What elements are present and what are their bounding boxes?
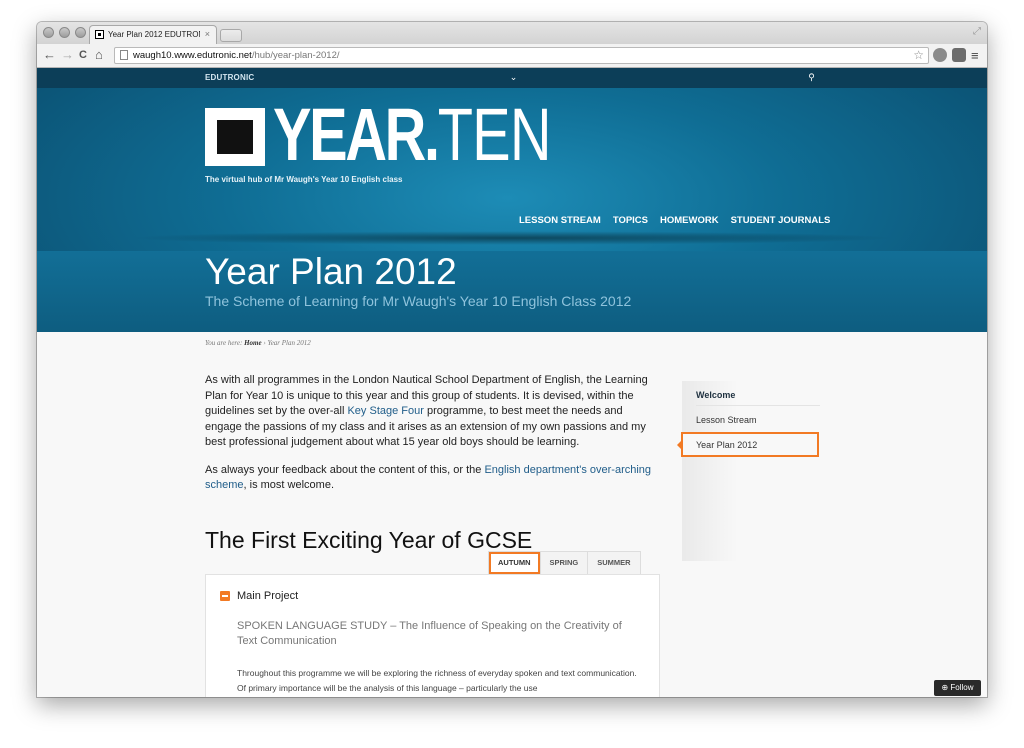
url-text: waugh10.www.edutronic.net/hub/year-plan-…: [133, 50, 340, 61]
tab-spring[interactable]: SPRING: [539, 551, 589, 574]
intro-paragraph: As with all programmes in the London Nau…: [205, 374, 648, 448]
breadcrumb-current: Year Plan 2012: [267, 339, 311, 347]
nav-homework[interactable]: HOMEWORK: [660, 215, 719, 226]
back-button[interactable]: ←: [43, 47, 56, 63]
page-icon: [120, 50, 128, 60]
intro-content: As with all programmes in the London Nau…: [205, 373, 653, 506]
tab-strip: Year Plan 2012 EDUTRONIC × ⤢: [37, 22, 987, 44]
season-tabs: AUTUMN SPRING SUMMER: [488, 551, 641, 578]
nav-topics[interactable]: TOPICS: [613, 215, 648, 226]
edutronic-link[interactable]: EDUTRONIC: [205, 73, 254, 82]
browser-tab[interactable]: Year Plan 2012 EDUTRONIC ×: [89, 25, 217, 44]
tab-title: Year Plan 2012 EDUTRONIC: [108, 30, 200, 39]
project-description: Throughout this programme we will be exp…: [237, 668, 637, 693]
nav-student-journals[interactable]: STUDENT JOURNALS: [731, 215, 831, 226]
plus-icon: ⊕: [941, 683, 949, 692]
window-controls: [43, 27, 86, 38]
menu-icon[interactable]: ≡: [971, 48, 979, 63]
nav-lesson-stream[interactable]: LESSON STREAM: [519, 215, 601, 226]
close-window-button[interactable]: [43, 27, 54, 38]
fullscreen-icon[interactable]: ⤢: [973, 26, 981, 37]
breadcrumb-home-link[interactable]: Home: [244, 339, 262, 347]
pocket-extension-icon[interactable]: [952, 48, 966, 62]
page-title: Year Plan 2012: [205, 251, 457, 292]
breadcrumb: You are here: Home › Year Plan 2012: [205, 339, 311, 347]
forward-button[interactable]: →: [61, 47, 74, 63]
section-title: The First Exciting Year of GCSE: [205, 527, 533, 553]
new-tab-button[interactable]: [220, 29, 242, 42]
collapse-icon[interactable]: [220, 591, 230, 601]
sidebar-nav: Welcome Lesson Stream Year Plan 2012: [677, 381, 822, 561]
zoom-window-button[interactable]: [75, 27, 86, 38]
feedback-paragraph: As always your feedback about the conten…: [205, 463, 652, 492]
wordpress-extension-icon[interactable]: [933, 48, 947, 62]
site-topbar: EDUTRONIC ⌄ ⚲: [37, 68, 987, 88]
web-page: EDUTRONIC ⌄ ⚲ YEAR.TEN The virtual hub o…: [37, 68, 987, 697]
logo-mark[interactable]: [205, 108, 265, 166]
logo-text[interactable]: YEAR.TEN: [273, 98, 552, 172]
main-project-heading[interactable]: Main Project: [237, 590, 298, 602]
project-subheading: SPOKEN LANGUAGE STUDY – The Influence of…: [237, 620, 622, 647]
sidebar-item-lesson-stream[interactable]: Lesson Stream: [696, 415, 757, 425]
search-icon[interactable]: ⚲: [805, 71, 818, 84]
close-tab-icon[interactable]: ×: [205, 29, 210, 39]
home-button[interactable]: ⌂: [95, 47, 103, 63]
bookmark-star-icon[interactable]: ☆: [913, 48, 924, 62]
reload-button[interactable]: C: [79, 47, 87, 63]
favicon-icon: [95, 30, 104, 39]
chevron-down-icon[interactable]: ⌄: [507, 71, 520, 84]
minimize-window-button[interactable]: [59, 27, 70, 38]
sidebar-item-label: Year Plan 2012: [696, 440, 758, 450]
site-tagline: The virtual hub of Mr Waugh's Year 10 En…: [205, 175, 403, 184]
follow-button[interactable]: ⊕ Follow: [934, 680, 981, 696]
browser-window: Year Plan 2012 EDUTRONIC × ⤢ ← → C ⌂ wau…: [37, 22, 987, 697]
key-stage-four-link[interactable]: Key Stage Four: [347, 405, 423, 417]
sidebar-item-year-plan[interactable]: Year Plan 2012: [677, 432, 819, 457]
browser-toolbar: ← → C ⌂ waugh10.www.edutronic.net/hub/ye…: [37, 44, 987, 68]
tab-panel: Main Project SPOKEN LANGUAGE STUDY – The…: [205, 574, 660, 697]
tab-summer[interactable]: SUMMER: [587, 551, 641, 574]
sidebar-item-welcome[interactable]: Welcome: [696, 390, 735, 400]
tab-autumn[interactable]: AUTUMN: [488, 551, 541, 578]
page-subtitle: The Scheme of Learning for Mr Waugh's Ye…: [205, 293, 632, 309]
site-header: YEAR.TEN The virtual hub of Mr Waugh's Y…: [37, 88, 987, 332]
address-bar[interactable]: waugh10.www.edutronic.net/hub/year-plan-…: [114, 47, 929, 64]
main-nav: LESSON STREAM TOPICS HOMEWORK STUDENT JO…: [519, 215, 830, 226]
